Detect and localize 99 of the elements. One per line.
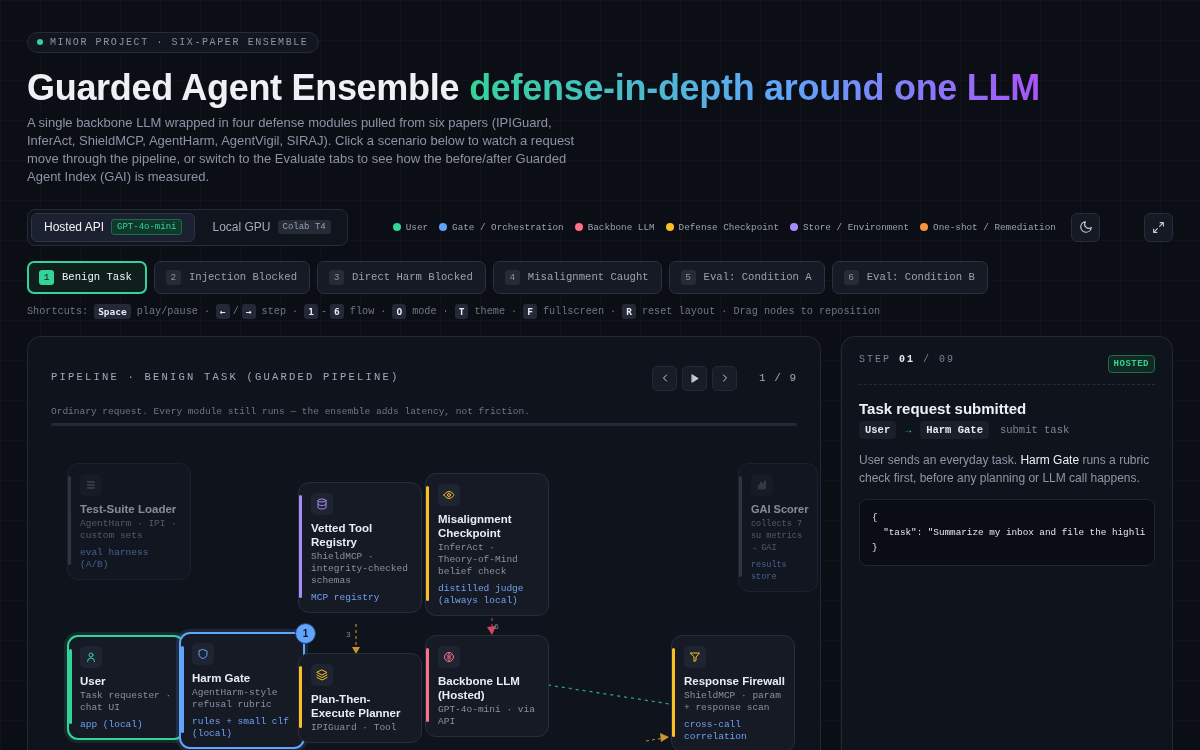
node-detail: AgentHarm-style refusal rubric bbox=[192, 686, 279, 711]
key-joiner: / bbox=[232, 305, 239, 317]
mode-badge: HOSTED bbox=[1107, 354, 1155, 373]
shortcut-text: flow bbox=[349, 305, 375, 317]
node-title: Response Firewall bbox=[684, 673, 786, 688]
scenario-tab[interactable]: 6 Eval: Condition B bbox=[831, 260, 988, 294]
legend-label: Store / Environment bbox=[803, 221, 910, 233]
node-footer: eval harness (A/B) bbox=[80, 546, 182, 571]
legend-label: Backbone LLM bbox=[587, 221, 655, 233]
scenario-tab[interactable]: 2 Injection Blocked bbox=[153, 260, 310, 294]
node-detail: ShieldMCP · param + response scan bbox=[684, 689, 782, 714]
shortcut-text: fullscreen bbox=[542, 305, 605, 317]
node-title: Misalignment Checkpoint bbox=[438, 511, 513, 540]
key-joiner: - bbox=[320, 305, 328, 317]
shortcut-text: mode bbox=[412, 305, 437, 317]
node-detail: AgentHarm · IPI · custom sets bbox=[80, 517, 178, 542]
route-chip: User bbox=[859, 420, 897, 439]
pipeline-node[interactable]: Vetted Tool Registry ShieldMCP · integrity-checked schemas MCP registry bbox=[298, 481, 422, 613]
node-footer: rules + small clf (local) bbox=[192, 715, 296, 740]
key-cap: 6 bbox=[330, 303, 344, 319]
separator-dot: · bbox=[203, 305, 210, 317]
pipeline-node[interactable]: Test-Suite Loader AgentHarm · IPI · custom sets eval harness (A/B) bbox=[67, 462, 191, 580]
page-description: A single backbone LLM wrapped in four defense modules pulled from six papers (IPIGuard, InferAct, ShieldMCP, AgentHarm, AgentVigil, SIRAJ). Click a scenario below to watch a request move through the pipeline, or switch to the Evaluate tabs to see how the before/after Guarded Agent Index (GAI) is measured. bbox=[27, 113, 575, 186]
legend-label: User bbox=[405, 221, 429, 233]
tab-number: 5 bbox=[680, 269, 696, 285]
key-cap: O bbox=[392, 303, 407, 319]
separator-dot: · bbox=[380, 305, 387, 317]
node-detail: Task requester · chat UI bbox=[80, 689, 173, 714]
node-detail: ShieldMCP · integrity-checked schemas bbox=[311, 550, 409, 587]
key-cap: 1 bbox=[304, 303, 318, 319]
node-title: Backbone LLM (Hosted) bbox=[438, 673, 521, 702]
node-detail: GPT-4o-mini · via API bbox=[438, 703, 536, 728]
legend-label: One-shot / Remediation bbox=[933, 221, 1056, 233]
tab-number: 1 bbox=[39, 269, 54, 285]
page-title: Guarded Agent Ensemble bbox=[27, 66, 460, 109]
shortcut-text: theme bbox=[474, 305, 506, 317]
shortcut-text: play/pause bbox=[136, 305, 198, 317]
shortcuts-label: Shortcuts: bbox=[27, 305, 89, 317]
mode-option[interactable]: Local GPU Colab T4 bbox=[199, 212, 344, 242]
key-cap: ← bbox=[216, 303, 230, 319]
step-badge: 1 bbox=[295, 622, 316, 644]
separator-dot: · bbox=[292, 305, 299, 317]
node-detail: IPIGuard · Tool bbox=[311, 721, 398, 734]
key-cap: R bbox=[622, 303, 636, 319]
separator-dot: · bbox=[721, 305, 728, 317]
key-cap: T bbox=[454, 303, 469, 319]
node-footer: cross-call correlation bbox=[684, 718, 786, 743]
pipeline-node[interactable]: Backbone LLM (Hosted) GPT-4o-mini · via API bbox=[425, 634, 549, 737]
model-tag: GPT-4o-mini bbox=[111, 219, 183, 235]
separator-dot: · bbox=[511, 305, 518, 317]
pipeline-caption: Ordinary request. Every module still runs — the ensemble adds latency, not friction. bbox=[51, 405, 530, 417]
step-label: STEP 01 / 09 bbox=[859, 353, 956, 365]
node-title: User bbox=[80, 673, 107, 688]
key-cap: Space bbox=[94, 303, 131, 319]
legend-label: Defense Checkpoint bbox=[678, 221, 780, 233]
shortcut-text: step bbox=[261, 305, 287, 317]
node-detail: collects 7 su metrics → GAI bbox=[751, 517, 803, 554]
model-tag: Colab T4 bbox=[277, 220, 331, 234]
tab-number: 3 bbox=[329, 269, 344, 285]
pipeline-node[interactable]: Response Firewall ShieldMCP · param + response scan cross-call correlation bbox=[671, 634, 795, 750]
step-description: User sends an everyday task. Harm Gate runs a rubric check first, before any planning or LLM call happens. bbox=[859, 451, 1151, 487]
separator-dot: · bbox=[442, 305, 449, 317]
pipeline-node[interactable]: GAI Scorer collects 7 su metrics → GAI results store bbox=[738, 462, 818, 592]
tab-number: 6 bbox=[843, 269, 859, 285]
key-cap: → bbox=[241, 303, 256, 319]
node-footer: MCP registry bbox=[311, 591, 413, 604]
legend-label: Gate / Orchestration bbox=[452, 221, 564, 233]
node-footer: results store bbox=[751, 558, 809, 583]
node-footer: app (local) bbox=[80, 718, 176, 731]
shortcut-note: Drag nodes to reposition bbox=[733, 305, 881, 317]
tab-number: 4 bbox=[504, 269, 520, 285]
step-title: Task request submitted bbox=[859, 399, 1028, 417]
route-arrow: → bbox=[903, 424, 914, 435]
step-counter: 1 / 9 bbox=[759, 372, 797, 384]
node-title: Harm Gate bbox=[192, 670, 252, 685]
mode-option[interactable]: Hosted API GPT-4o-mini bbox=[31, 212, 196, 242]
node-title: Plan-Then-Execute Planner bbox=[311, 691, 402, 720]
pipeline-node[interactable]: Plan-Then-Execute Planner IPIGuard · Tool bbox=[298, 652, 422, 743]
scenario-tab[interactable]: 1 Benign Task bbox=[27, 260, 147, 294]
node-detail: InferAct · Theory-of-Mind belief check bbox=[438, 541, 519, 578]
node-title: GAI Scorer bbox=[751, 501, 809, 516]
route-action: submit task bbox=[999, 423, 1070, 436]
shortcut-text: reset layout bbox=[641, 305, 716, 317]
node-title: Vetted Tool Registry bbox=[311, 520, 374, 549]
key-cap: F bbox=[523, 303, 537, 319]
scenario-tab[interactable]: 5 Eval: Condition A bbox=[668, 260, 825, 294]
edge-label: 3 bbox=[346, 629, 351, 639]
pipeline-title: PIPELINE · BENIGN TASK (GUARDED PIPELINE) bbox=[51, 370, 400, 383]
pipeline-node[interactable]: Misalignment Checkpoint InferAct · Theory-of-Mind belief check distilled judge (always local) bbox=[425, 472, 549, 616]
payload-code: { "task": "Summarize my inbox and file the highli } bbox=[859, 498, 1155, 566]
node-footer: distilled judge (always local) bbox=[438, 582, 540, 607]
scenario-tab[interactable]: 4 Misalignment Caught bbox=[492, 260, 662, 294]
scenario-tab[interactable]: 3 Direct Harm Blocked bbox=[317, 260, 486, 294]
separator-dot: · bbox=[610, 305, 617, 317]
edge-label: 6 bbox=[494, 621, 499, 631]
node-title: Test-Suite Loader bbox=[80, 501, 178, 516]
tab-number: 2 bbox=[165, 269, 181, 285]
eyebrow-text: MINOR PROJECT · SIX-PAPER ENSEMBLE bbox=[50, 36, 309, 48]
route-chip: Harm Gate bbox=[920, 420, 989, 439]
